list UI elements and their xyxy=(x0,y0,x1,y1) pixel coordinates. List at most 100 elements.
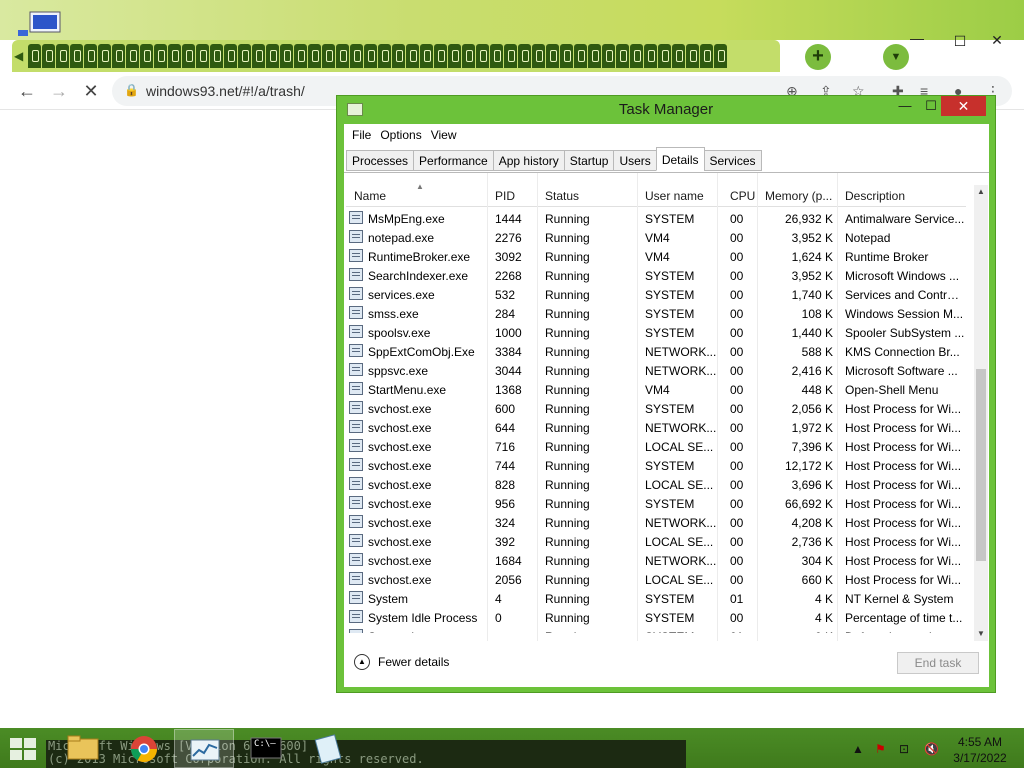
browser-tab[interactable] xyxy=(448,44,461,68)
table-row[interactable]: sppsvc.exe 3044 Running NETWORK... 00 2,416 K… xyxy=(346,361,966,380)
minimize-button[interactable]: — xyxy=(895,96,915,116)
browser-tab[interactable] xyxy=(112,44,125,68)
scroll-down-icon[interactable]: ▼ xyxy=(974,627,988,641)
action-center-icon[interactable]: ⚑ xyxy=(875,742,886,756)
browser-tab[interactable] xyxy=(28,44,41,68)
table-row[interactable]: SppExtComObj.Exe 3384 Running NETWORK... 00 5… xyxy=(346,342,966,361)
table-row[interactable]: System interrupts - Running SYSTEM 01 0 K Defe… xyxy=(346,627,966,633)
column-header-status[interactable]: Status xyxy=(545,189,579,203)
browser-tab[interactable] xyxy=(630,44,643,68)
table-row[interactable]: svchost.exe 2056 Running LOCAL SE... 00 660 K… xyxy=(346,570,966,589)
menu-file[interactable]: File xyxy=(350,124,378,146)
column-header-name[interactable]: Name xyxy=(354,189,386,203)
browser-tab[interactable] xyxy=(224,44,237,68)
browser-tab[interactable] xyxy=(462,44,475,68)
browser-tab[interactable] xyxy=(168,44,181,68)
maximize-button[interactable]: ☐ xyxy=(921,96,941,116)
browser-tab[interactable] xyxy=(378,44,391,68)
browser-tab[interactable] xyxy=(658,44,671,68)
url-text[interactable]: windows93.net/#!/a/trash/ xyxy=(146,83,305,99)
taskbar-chrome[interactable] xyxy=(114,729,174,768)
task-manager-titlebar[interactable]: Task Manager — ☐ ✕ xyxy=(337,96,995,124)
lock-icon[interactable]: 🔒 xyxy=(124,83,139,97)
table-row[interactable]: RuntimeBroker.exe 3092 Running VM4 00 1,624 K… xyxy=(346,247,966,266)
table-row[interactable]: smss.exe 284 Running SYSTEM 00 108 K Windows S… xyxy=(346,304,966,323)
browser-tab[interactable] xyxy=(406,44,419,68)
browser-tab[interactable] xyxy=(196,44,209,68)
table-row[interactable]: svchost.exe 644 Running NETWORK... 00 1,972 K… xyxy=(346,418,966,437)
browser-tab[interactable] xyxy=(672,44,685,68)
browser-tab[interactable] xyxy=(588,44,601,68)
forward-icon[interactable]: → xyxy=(48,80,70,102)
browser-tab[interactable] xyxy=(42,44,55,68)
browser-tab[interactable] xyxy=(602,44,615,68)
browser-tab[interactable] xyxy=(434,44,447,68)
browser-tab[interactable] xyxy=(714,44,727,68)
browser-tab[interactable] xyxy=(476,44,489,68)
tab-app-history[interactable]: App history xyxy=(492,150,565,171)
table-row[interactable]: svchost.exe 956 Running SYSTEM 00 66,692 K Hos… xyxy=(346,494,966,513)
browser-tab[interactable] xyxy=(490,44,503,68)
tab-users[interactable]: Users xyxy=(613,150,657,171)
taskbar-notepad[interactable] xyxy=(298,729,358,768)
browser-tab[interactable] xyxy=(154,44,167,68)
browser-tab[interactable] xyxy=(56,44,69,68)
column-header-pid[interactable]: PID xyxy=(495,189,515,203)
browser-tab[interactable] xyxy=(322,44,335,68)
table-row[interactable]: svchost.exe 744 Running SYSTEM 00 12,172 K Hos… xyxy=(346,456,966,475)
browser-tab[interactable] xyxy=(336,44,349,68)
browser-tab[interactable] xyxy=(686,44,699,68)
tab-details[interactable]: Details xyxy=(655,147,705,171)
table-row[interactable]: StartMenu.exe 1368 Running VM4 00 448 K Open-S… xyxy=(346,380,966,399)
vertical-scrollbar[interactable]: ▲ ▼ xyxy=(974,185,988,641)
browser-tab[interactable] xyxy=(140,44,153,68)
table-row[interactable]: System 4 Running SYSTEM 01 4 K NT Kernel & Sys… xyxy=(346,589,966,608)
taskbar-cmd[interactable]: C:\— xyxy=(237,729,297,768)
browser-tab[interactable] xyxy=(98,44,111,68)
stop-loading-icon[interactable]: ✕ xyxy=(80,80,102,102)
browser-maximize-button[interactable]: ☐ xyxy=(945,33,975,53)
browser-tab[interactable] xyxy=(182,44,195,68)
audio-playing-icon[interactable]: ◀ xyxy=(14,44,26,68)
browser-tab[interactable] xyxy=(644,44,657,68)
tab-performance[interactable]: Performance xyxy=(413,150,494,171)
table-row[interactable]: System Idle Process 0 Running SYSTEM 00 4 K Pe… xyxy=(346,608,966,627)
end-task-button[interactable]: End task xyxy=(897,652,979,674)
column-header-cpu[interactable]: CPU xyxy=(730,189,755,203)
scrollbar-thumb[interactable] xyxy=(976,369,986,561)
browser-tab[interactable] xyxy=(532,44,545,68)
fewer-details-button[interactable]: ▲ Fewer details xyxy=(354,654,449,670)
browser-tab[interactable] xyxy=(350,44,363,68)
browser-minimize-button[interactable]: — xyxy=(902,30,932,50)
browser-tab[interactable] xyxy=(308,44,321,68)
table-row[interactable]: svchost.exe 392 Running LOCAL SE... 00 2,736 … xyxy=(346,532,966,551)
column-header-memory[interactable]: Memory (p... xyxy=(765,189,837,203)
browser-tab[interactable] xyxy=(266,44,279,68)
browser-tab[interactable] xyxy=(504,44,517,68)
volume-muted-icon[interactable]: 🔇 xyxy=(924,742,939,756)
browser-close-button[interactable]: ✕ xyxy=(982,32,1012,52)
browser-tab[interactable] xyxy=(546,44,559,68)
browser-tab[interactable] xyxy=(364,44,377,68)
close-button[interactable]: ✕ xyxy=(941,96,986,116)
browser-tab[interactable] xyxy=(280,44,293,68)
column-header-description[interactable]: Description xyxy=(845,189,905,203)
taskbar-task-manager[interactable] xyxy=(174,729,234,768)
browser-tab[interactable] xyxy=(420,44,433,68)
computer-icon[interactable] xyxy=(16,10,62,38)
tab-processes[interactable]: Processes xyxy=(346,150,415,171)
back-icon[interactable]: ← xyxy=(16,80,38,102)
browser-tab[interactable] xyxy=(574,44,587,68)
browser-tab[interactable] xyxy=(210,44,223,68)
browser-tab[interactable] xyxy=(518,44,531,68)
menu-options[interactable]: Options xyxy=(378,124,428,146)
browser-tab[interactable] xyxy=(294,44,307,68)
browser-tab[interactable] xyxy=(70,44,83,68)
table-row[interactable]: SearchIndexer.exe 2268 Running SYSTEM 00 3,95… xyxy=(346,266,966,285)
new-tab-button[interactable]: + xyxy=(805,44,831,70)
table-row[interactable]: spoolsv.exe 1000 Running SYSTEM 00 1,440 K Spo… xyxy=(346,323,966,342)
tab-services[interactable]: Services xyxy=(703,150,762,171)
table-row[interactable]: svchost.exe 828 Running LOCAL SE... 00 3,696 … xyxy=(346,475,966,494)
table-row[interactable]: notepad.exe 2276 Running VM4 00 3,952 K Notepa… xyxy=(346,228,966,247)
browser-tab[interactable] xyxy=(252,44,265,68)
